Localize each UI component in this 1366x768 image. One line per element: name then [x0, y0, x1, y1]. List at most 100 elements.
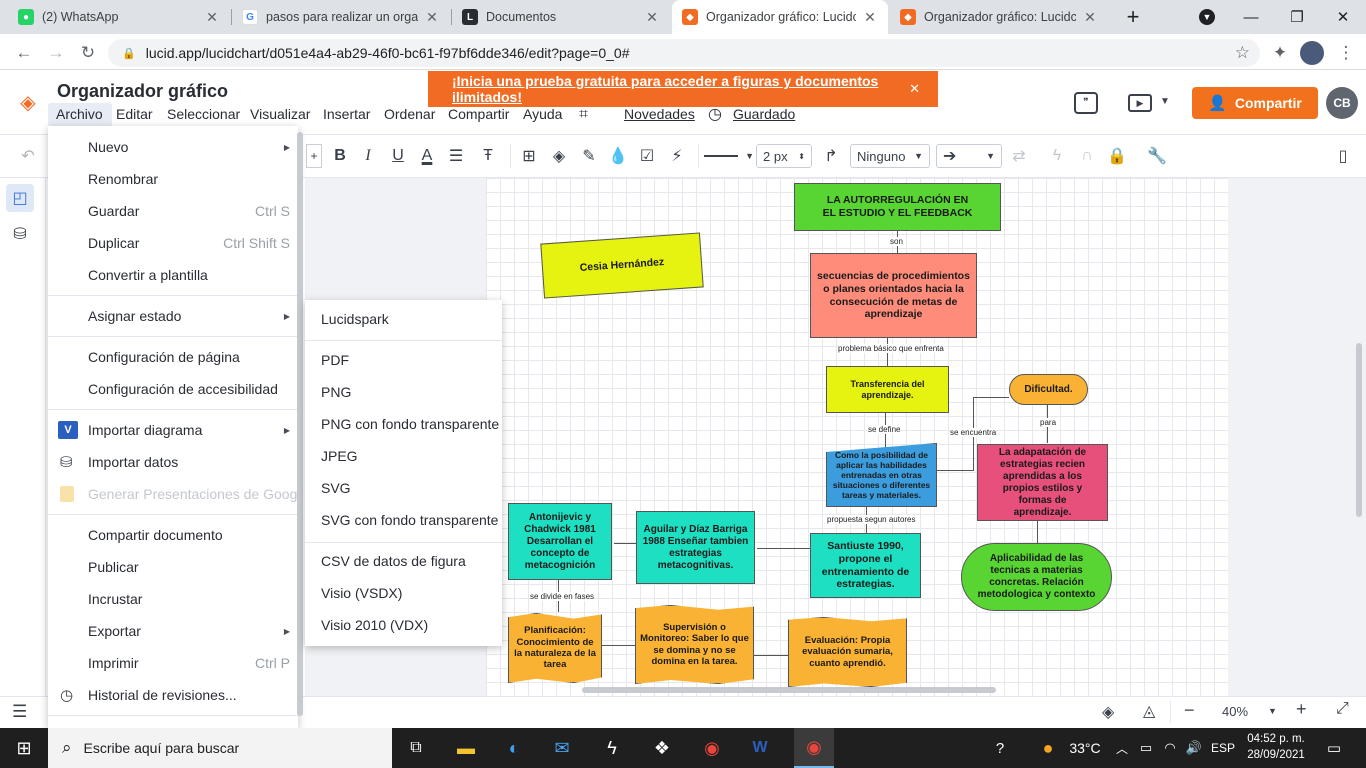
notifications-icon[interactable]: ▭: [1320, 728, 1348, 768]
language-indicator[interactable]: ESP: [1208, 728, 1238, 768]
menu-visualizar[interactable]: Visualizar: [250, 106, 310, 122]
close-icon[interactable]: ✕: [204, 9, 220, 26]
guardado-status[interactable]: Guardado: [733, 106, 795, 122]
menu-item-renombrar[interactable]: Renombrar: [48, 164, 298, 194]
mail-icon[interactable]: ✉: [546, 728, 578, 768]
lock-shape-icon[interactable]: 🔒: [1106, 144, 1128, 168]
tab-organizador[interactable]: ◆ Organizador gráfico: Lucidch ✕: [890, 0, 1108, 34]
menu-item-configuracion-pagina[interactable]: Configuración de página: [48, 342, 298, 372]
new-tab-button[interactable]: +: [1110, 0, 1156, 34]
menu-editar[interactable]: Editar: [116, 106, 153, 122]
tab-search-icon[interactable]: ▼: [1184, 0, 1230, 34]
menu-item-historial[interactable]: ◷ Historial de revisiones...: [48, 680, 298, 710]
wifi-icon[interactable]: ◠: [1160, 728, 1180, 768]
reload-icon[interactable]: ↻: [76, 41, 100, 65]
shape-adaptacion[interactable]: La adapatación de estrategias recien apr…: [977, 444, 1108, 521]
text-color-icon[interactable]: A: [417, 144, 437, 168]
word-icon[interactable]: W: [744, 728, 776, 768]
shape-title[interactable]: LA AUTORREGULACIÓN EN EL ESTUDIO Y EL FE…: [794, 183, 1001, 231]
group-icon[interactable]: ∩: [1076, 144, 1098, 168]
help-icon[interactable]: ?: [986, 728, 1014, 768]
back-icon[interactable]: ←: [12, 41, 36, 65]
menu-item-guardar[interactable]: Guardar Ctrl S: [48, 196, 298, 226]
restore-icon[interactable]: ❐: [1274, 0, 1320, 34]
close-icon[interactable]: ✕: [424, 9, 440, 26]
weather-sun-icon[interactable]: ●: [1036, 728, 1060, 768]
line-width-stepper[interactable]: 2 px ⬍: [756, 144, 812, 168]
shape-dificultad[interactable]: Dificultad.: [1009, 374, 1088, 405]
underline-icon[interactable]: U: [388, 144, 408, 168]
lucid-logo-icon[interactable]: ◈: [16, 90, 40, 114]
line-shape-icon[interactable]: ↱: [820, 144, 842, 168]
chevron-up-icon[interactable]: ︿: [1114, 728, 1130, 768]
menu-insertar[interactable]: Insertar: [323, 106, 370, 122]
menu-ayuda[interactable]: Ayuda: [523, 106, 562, 122]
menu-item-publicar[interactable]: Publicar: [48, 552, 298, 582]
shape-aguilar[interactable]: Aguilar y Díaz Barriga 1988 Enseñar tamb…: [636, 511, 755, 584]
menu-item-duplicar[interactable]: Duplicar Ctrl Shift S: [48, 228, 298, 258]
tab-organizador-active[interactable]: ◆ Organizador gráfico: Lucidch ✕: [672, 0, 888, 34]
export-vsdx[interactable]: Visio (VSDX): [321, 585, 402, 601]
shape-secuencias[interactable]: secuencias de procedimientos o planes or…: [810, 253, 977, 338]
shape-author[interactable]: Cesia Hernández: [540, 232, 704, 299]
share-button[interactable]: 👤 Compartir: [1192, 87, 1318, 119]
opacity-icon[interactable]: 💧: [607, 144, 629, 168]
close-icon[interactable]: ✕: [644, 9, 660, 26]
shape-antonijevic[interactable]: Antonijevic y Chadwick 1981 Desarrollan …: [508, 503, 612, 580]
app-lightning-icon[interactable]: ϟ: [596, 728, 628, 768]
menu-ordenar[interactable]: Ordenar: [384, 106, 435, 122]
menu-item-configuracion-accesibilidad[interactable]: Configuración de accesibilidad: [48, 374, 298, 404]
export-vdx[interactable]: Visio 2010 (VDX): [321, 617, 428, 633]
export-csv[interactable]: CSV de datos de figura: [321, 553, 466, 569]
extensions-icon[interactable]: ✦: [1268, 41, 1292, 65]
fullscreen-icon[interactable]: ⤢: [1336, 700, 1349, 718]
document-title[interactable]: Organizador gráfico: [57, 81, 228, 102]
trial-banner-text[interactable]: ¡Inicia una prueba gratuita para acceder…: [452, 73, 938, 105]
arrow-start-dropdown[interactable]: Ninguno ▼: [850, 144, 930, 168]
forward-icon[interactable]: →: [44, 41, 68, 65]
close-window-icon[interactable]: ✕: [1320, 0, 1366, 34]
chevron-down-icon[interactable]: ▼: [1268, 706, 1277, 716]
zoom-out-icon[interactable]: −: [1184, 700, 1195, 721]
shape-aplicabilidad[interactable]: Aplicabilidad de las tecnicas a materias…: [961, 543, 1112, 611]
comments-icon[interactable]: ❞: [1074, 92, 1098, 114]
export-pdf[interactable]: PDF: [321, 352, 349, 368]
menu-scrollbar[interactable]: [297, 132, 303, 716]
temperature[interactable]: 33°C: [1064, 728, 1106, 768]
bold-icon[interactable]: B: [330, 144, 350, 168]
dropbox-icon[interactable]: ❖: [646, 728, 678, 768]
battery-icon[interactable]: ▭: [1136, 728, 1156, 768]
style-icon[interactable]: ☑: [636, 144, 658, 168]
menu-item-nuevo[interactable]: Nuevo ▶: [48, 132, 298, 162]
vertical-scrollbar[interactable]: [1356, 343, 1362, 517]
line-style-dropdown[interactable]: ▼: [704, 144, 754, 168]
menu-item-imprimir[interactable]: Imprimir Ctrl P: [48, 648, 298, 678]
close-icon[interactable]: ✕: [1082, 9, 1098, 26]
close-icon[interactable]: ✕: [862, 9, 878, 26]
wrench-icon[interactable]: 🔧: [1146, 144, 1168, 168]
export-svg-transparente[interactable]: SVG con fondo transparente: [321, 512, 498, 528]
shape-transferencia[interactable]: Transferencia del aprendizaje.: [826, 366, 949, 413]
chrome-icon[interactable]: ◉: [696, 728, 728, 768]
clock[interactable]: 04:52 p. m. 28/09/2021: [1244, 731, 1308, 763]
align-icon[interactable]: ☰: [446, 144, 466, 168]
shape-supervision[interactable]: Supervisión o Monitoreo: Saber lo que se…: [635, 605, 754, 684]
magic-wand-icon[interactable]: ⚡: [666, 144, 688, 168]
menu-seleccionar[interactable]: Seleccionar: [167, 106, 240, 122]
tab-google-search[interactable]: G pasos para realizar un organi ✕: [232, 0, 450, 34]
windows-start-icon[interactable]: ⊞: [0, 728, 48, 768]
menu-item-importar-datos[interactable]: ⛁ Importar datos: [48, 447, 298, 477]
arrow-end-dropdown[interactable]: ➔ ▼: [936, 144, 1002, 168]
undo-icon[interactable]: ↶: [16, 144, 40, 168]
menu-item-importar-diagrama[interactable]: V Importar diagrama ▶: [48, 415, 298, 445]
bookmark-star-icon[interactable]: ☆: [1235, 43, 1250, 63]
swap-arrows-icon[interactable]: ⇄: [1008, 144, 1030, 168]
chevron-down-icon[interactable]: ▼: [1160, 96, 1170, 107]
menu-compartir[interactable]: Compartir: [448, 106, 509, 122]
action-icon[interactable]: ϟ: [1046, 144, 1068, 168]
page-list-icon[interactable]: ☰: [12, 702, 27, 722]
apps-grid-icon[interactable]: ⌗: [579, 106, 588, 124]
line-color-icon[interactable]: ✎: [578, 144, 600, 168]
export-jpeg[interactable]: JPEG: [321, 448, 358, 464]
user-avatar[interactable]: CB: [1326, 87, 1358, 119]
